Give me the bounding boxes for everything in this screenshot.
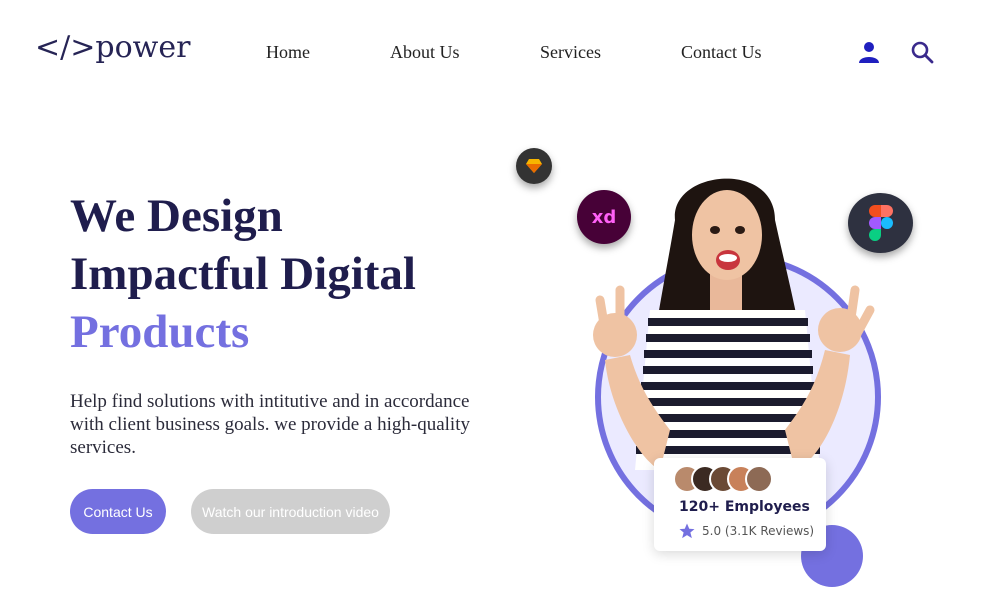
nav-home[interactable]: Home xyxy=(266,42,310,63)
adobe-xd-icon: xd xyxy=(577,190,631,244)
avatar xyxy=(745,465,773,493)
contact-us-button[interactable]: Contact Us xyxy=(70,489,166,534)
watch-video-button[interactable]: Watch our introduction video xyxy=(191,489,390,534)
employees-count: 120+ Employees xyxy=(679,499,810,515)
hero-title: We Design Impactful Digital Products xyxy=(70,187,416,361)
hero-title-accent: Products xyxy=(70,306,250,358)
figma-icon xyxy=(848,193,913,253)
star-icon xyxy=(679,523,695,539)
nav-about-us[interactable]: About Us xyxy=(390,42,460,63)
employees-card: 120+ Employees 5.0 (3.1K Reviews) xyxy=(654,458,826,551)
nav-services[interactable]: Services xyxy=(540,42,601,63)
xd-label: xd xyxy=(591,206,617,228)
hero-title-line-2: Impactful Digital xyxy=(70,248,416,300)
nav-contact-us[interactable]: Contact Us xyxy=(681,42,762,63)
logo[interactable]: </>power xyxy=(35,30,190,65)
sketch-icon xyxy=(516,148,552,184)
search-icon[interactable] xyxy=(910,40,934,64)
hero-description: Help find solutions with intitutive and … xyxy=(70,391,470,458)
avatar-group xyxy=(673,465,783,493)
user-icon[interactable] xyxy=(857,40,881,64)
rating-text: 5.0 (3.1K Reviews) xyxy=(702,524,815,538)
hero-title-line-1: We Design xyxy=(70,190,283,242)
